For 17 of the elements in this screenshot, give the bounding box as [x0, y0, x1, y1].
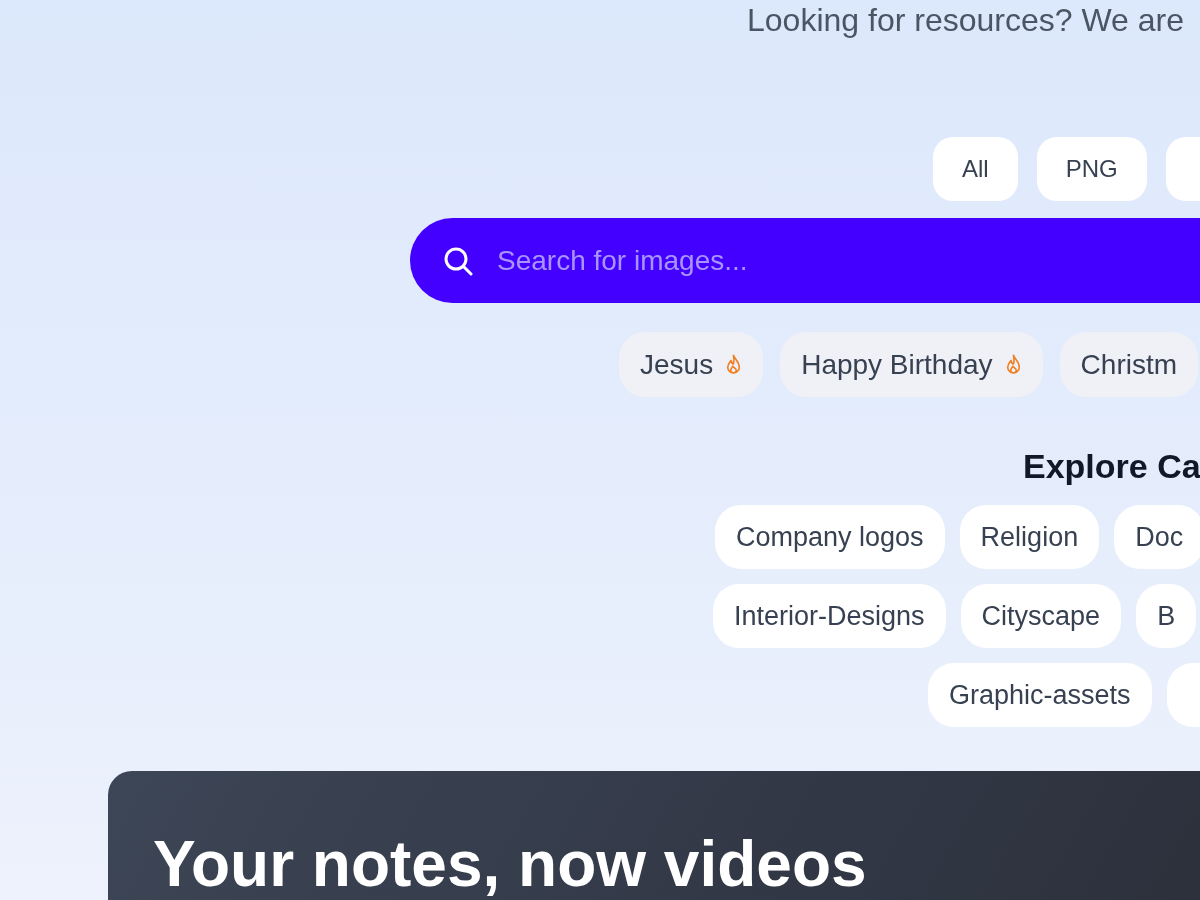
category-chip[interactable]: B [1136, 584, 1197, 648]
tagline-text: Looking for resources? We are [747, 1, 1184, 40]
category-chip[interactable]: Religion [959, 505, 1100, 569]
category-chip[interactable]: Company logos [715, 505, 945, 569]
category-chip[interactable]: Cityscape [960, 584, 1122, 648]
category-chip[interactable]: Graphic-assets [928, 663, 1152, 727]
filter-chip[interactable]: All [933, 137, 1018, 201]
promo-heading: Your notes, now videos [153, 829, 867, 899]
search-icon [443, 245, 473, 276]
trending-chip[interactable]: Christm [1059, 332, 1199, 397]
filter-chip[interactable] [1165, 137, 1200, 201]
category-chip[interactable]: Doc [1114, 505, 1200, 569]
section-heading: Explore Ca [1023, 446, 1200, 486]
filter-chip[interactable]: PNG [1036, 137, 1147, 201]
trending-chip[interactable]: Happy Birthday [780, 332, 1043, 397]
category-chip[interactable]: Interior-Designs [713, 584, 946, 648]
trending-chip[interactable]: Jesus [619, 332, 764, 397]
